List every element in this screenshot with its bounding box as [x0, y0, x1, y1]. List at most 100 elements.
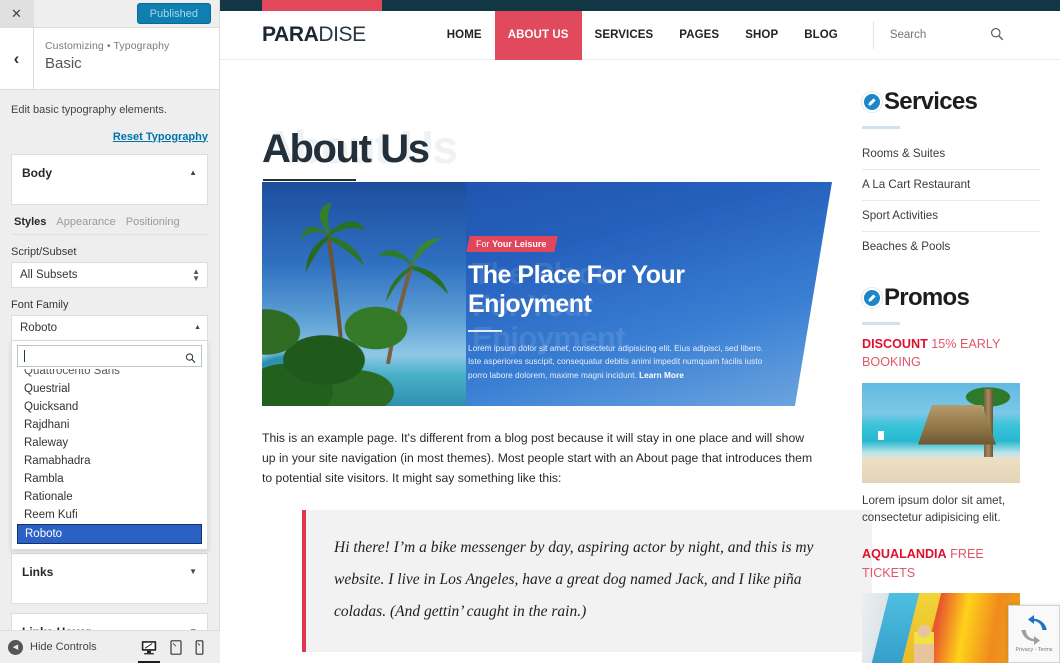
nav-item-blog[interactable]: BLOG [791, 11, 851, 60]
font-option-selected[interactable]: Roboto [17, 523, 202, 544]
desktop-icon[interactable] [138, 640, 160, 663]
nav-item-about-us[interactable]: ABOUT US [494, 10, 582, 60]
nav-item-shop[interactable]: SHOP [732, 11, 791, 60]
accordion-body-label: Body [22, 165, 52, 180]
pencil-edit-icon[interactable] [862, 288, 882, 308]
customizer-screen: ✕ Published ‹ Customizing • Typography B… [0, 0, 1060, 663]
recaptcha-icon [1021, 615, 1047, 645]
site-preview: PARADISE HOME ABOUT US SERVICES PAGES SH… [220, 0, 1060, 663]
device-switcher [138, 639, 212, 663]
font-option[interactable]: Quicksand [17, 398, 202, 416]
hide-controls-button[interactable]: ◀ Hide Controls [8, 639, 141, 655]
list-item[interactable]: Rooms & Suites [862, 139, 1040, 170]
widget-promos-header: Promos [862, 284, 1040, 312]
site-logo[interactable]: PARADISE [262, 23, 366, 47]
tab-positioning[interactable]: Positioning [123, 211, 187, 234]
font-option[interactable]: Reem Kufi [17, 506, 202, 524]
hero-banner: For Your Leisure The Place For Your Enjo… [262, 182, 832, 406]
nav-item-home[interactable]: HOME [434, 11, 495, 60]
page-paragraph: This is an example page. It's different … [262, 431, 813, 485]
pencil-edit-icon[interactable] [862, 92, 882, 112]
site-topbar [220, 0, 1060, 11]
script-subset-select[interactable]: All Subsets ▲ ▼ [11, 261, 208, 288]
font-family-select[interactable]: Roboto ▲ [11, 314, 208, 341]
font-family-dropdown: Quattrocento Sans Questrial Quicksand Ra… [11, 340, 208, 550]
font-option[interactable]: Questrial [17, 380, 202, 398]
customizer-footer: ◀ Hide Controls [0, 630, 220, 663]
list-item[interactable]: Beaches & Pools [862, 232, 1040, 262]
hero-learn-more-link[interactable]: Learn More [639, 370, 684, 380]
mobile-icon[interactable] [195, 639, 204, 655]
sailboat [878, 430, 884, 440]
reset-typography-link[interactable]: Reset Typography [113, 131, 208, 143]
page-title: Basic [45, 55, 82, 72]
page-title: About Us [262, 126, 430, 181]
list-item[interactable]: A La Cart Restaurant [862, 170, 1040, 201]
logo-light: DISE [318, 23, 366, 46]
font-family-combobox: Roboto ▲ Quattrocento Sans Questrial Qui… [11, 314, 208, 550]
accordion-links-label: Links [22, 564, 54, 579]
hero-badge-strong: Your Leisure [492, 239, 547, 249]
person [914, 622, 934, 663]
accordion-body: Body ▲ [11, 153, 208, 205]
tab-appearance[interactable]: Appearance [53, 211, 122, 234]
page-blockquote: Hi there! I’m a bike messenger by day, a… [302, 510, 872, 652]
logo-bold: PARA [262, 23, 319, 46]
sand [862, 456, 1020, 483]
hero-paragraph: Lorem ipsum dolor sit amet, consectetur … [468, 342, 768, 382]
widget-services-header: Services [862, 88, 1040, 116]
header-search [872, 21, 1016, 49]
close-icon[interactable]: ✕ [0, 0, 34, 27]
font-option[interactable]: Ramabhadra [17, 452, 202, 470]
tablet-icon[interactable] [170, 639, 182, 655]
list-item[interactable]: Sport Activities [862, 201, 1040, 232]
font-option-list[interactable]: Quattrocento Sans Questrial Quicksand Ra… [17, 368, 202, 544]
tab-styles[interactable]: Styles [11, 211, 53, 234]
font-option[interactable]: Rambla [17, 470, 202, 488]
customizer-topbar: ✕ Published [0, 0, 219, 28]
beach-hut-photo [862, 382, 1020, 483]
nav-item-pages[interactable]: PAGES [666, 11, 732, 60]
customizer-sidebar: ✕ Published ‹ Customizing • Typography B… [0, 0, 220, 663]
recaptcha-badge[interactable]: Privacy - Terms [1008, 605, 1060, 663]
hide-controls-label: Hide Controls [30, 641, 97, 653]
nav-item-services[interactable]: SERVICES [582, 11, 667, 60]
customizer-content: Edit basic typography elements. Reset Ty… [0, 90, 219, 663]
font-family-label: Font Family [11, 298, 69, 311]
page-title-block: About Us About Us [262, 94, 840, 181]
stepper-arrows-icon: ▲ ▼ [192, 266, 200, 283]
hero-divider [468, 330, 502, 332]
font-option[interactable]: Rationale [17, 488, 202, 506]
sidebar-widgets: Services Rooms & Suites A La Cart Restau… [840, 60, 1040, 663]
promo-strong: DISCOUNT [862, 337, 928, 351]
chevron-left-icon[interactable]: ‹ [0, 28, 34, 89]
widget-divider [862, 126, 900, 129]
recaptcha-label: Privacy - Terms [1015, 647, 1053, 653]
search-icon[interactable] [185, 350, 196, 363]
caret-down-icon: ▼ [189, 567, 197, 576]
widget-services-title: Services [884, 88, 978, 115]
hero-badge: For Your Leisure [466, 236, 559, 252]
font-option[interactable]: Quattrocento Sans [17, 369, 202, 380]
font-option[interactable]: Rajdhani [17, 416, 202, 434]
widget-promos-title: Promos [884, 284, 970, 311]
caret-up-icon: ▲ [194, 323, 201, 331]
foliage [262, 272, 416, 406]
hero-paragraph-text: Lorem ipsum dolor sit amet, consectetur … [468, 343, 764, 380]
collapse-left-icon: ◀ [8, 639, 23, 655]
page-content: About Us About Us For Your Leisure The P… [220, 60, 1060, 663]
promo-headline: AQUALANDIA FREE TICKETS [862, 545, 1040, 582]
font-family-value: Roboto [20, 321, 58, 334]
promo-headline: DISCOUNT 15% EARLY BOOKING [862, 335, 1040, 372]
accordion-links-header[interactable]: Links ▼ [12, 554, 207, 590]
font-option[interactable]: Raleway [17, 434, 202, 452]
publish-button[interactable]: Published [136, 3, 211, 24]
search-icon[interactable] [990, 27, 1004, 46]
reset-row: Reset Typography [11, 127, 208, 145]
hero-content: For Your Leisure The Place For Your Enjo… [466, 234, 798, 382]
font-search-input[interactable] [17, 344, 202, 367]
script-subset-label: Script/Subset [11, 245, 77, 258]
search-input[interactable] [887, 28, 978, 42]
accordion-body-header[interactable]: Body ▲ [12, 155, 207, 191]
